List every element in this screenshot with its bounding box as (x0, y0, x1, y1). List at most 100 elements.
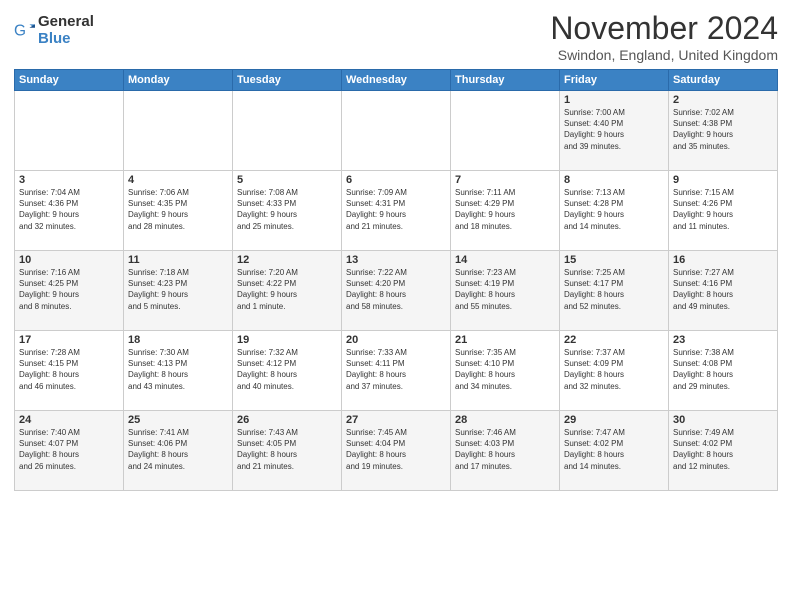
day-info: Sunrise: 7:06 AM Sunset: 4:35 PM Dayligh… (128, 187, 228, 232)
day-cell: 28Sunrise: 7:46 AM Sunset: 4:03 PM Dayli… (451, 411, 560, 491)
day-number: 8 (564, 174, 664, 186)
day-cell: 27Sunrise: 7:45 AM Sunset: 4:04 PM Dayli… (342, 411, 451, 491)
day-cell: 26Sunrise: 7:43 AM Sunset: 4:05 PM Dayli… (233, 411, 342, 491)
day-number: 28 (455, 414, 555, 426)
day-number: 1 (564, 94, 664, 106)
day-info: Sunrise: 7:15 AM Sunset: 4:26 PM Dayligh… (673, 187, 773, 232)
day-cell: 19Sunrise: 7:32 AM Sunset: 4:12 PM Dayli… (233, 331, 342, 411)
day-cell: 9Sunrise: 7:15 AM Sunset: 4:26 PM Daylig… (669, 171, 778, 251)
day-info: Sunrise: 7:43 AM Sunset: 4:05 PM Dayligh… (237, 427, 337, 472)
day-info: Sunrise: 7:27 AM Sunset: 4:16 PM Dayligh… (673, 267, 773, 312)
day-info: Sunrise: 7:09 AM Sunset: 4:31 PM Dayligh… (346, 187, 446, 232)
day-cell (451, 91, 560, 171)
day-number: 23 (673, 334, 773, 346)
day-number: 21 (455, 334, 555, 346)
day-info: Sunrise: 7:28 AM Sunset: 4:15 PM Dayligh… (19, 347, 119, 392)
day-cell: 16Sunrise: 7:27 AM Sunset: 4:16 PM Dayli… (669, 251, 778, 331)
calendar-header: Sunday Monday Tuesday Wednesday Thursday… (15, 70, 778, 91)
day-number: 6 (346, 174, 446, 186)
day-info: Sunrise: 7:37 AM Sunset: 4:09 PM Dayligh… (564, 347, 664, 392)
day-cell: 23Sunrise: 7:38 AM Sunset: 4:08 PM Dayli… (669, 331, 778, 411)
day-number: 15 (564, 254, 664, 266)
day-cell: 18Sunrise: 7:30 AM Sunset: 4:13 PM Dayli… (124, 331, 233, 411)
day-number: 13 (346, 254, 446, 266)
col-saturday: Saturday (669, 70, 778, 91)
day-info: Sunrise: 7:49 AM Sunset: 4:02 PM Dayligh… (673, 427, 773, 472)
day-number: 19 (237, 334, 337, 346)
day-cell: 24Sunrise: 7:40 AM Sunset: 4:07 PM Dayli… (15, 411, 124, 491)
day-number: 10 (19, 254, 119, 266)
day-info: Sunrise: 7:18 AM Sunset: 4:23 PM Dayligh… (128, 267, 228, 312)
day-number: 24 (19, 414, 119, 426)
day-info: Sunrise: 7:35 AM Sunset: 4:10 PM Dayligh… (455, 347, 555, 392)
day-info: Sunrise: 7:00 AM Sunset: 4:40 PM Dayligh… (564, 107, 664, 152)
day-number: 12 (237, 254, 337, 266)
day-cell: 21Sunrise: 7:35 AM Sunset: 4:10 PM Dayli… (451, 331, 560, 411)
logo-general: General (38, 14, 94, 31)
day-cell: 20Sunrise: 7:33 AM Sunset: 4:11 PM Dayli… (342, 331, 451, 411)
day-cell (15, 91, 124, 171)
col-friday: Friday (560, 70, 669, 91)
day-info: Sunrise: 7:45 AM Sunset: 4:04 PM Dayligh… (346, 427, 446, 472)
day-cell: 4Sunrise: 7:06 AM Sunset: 4:35 PM Daylig… (124, 171, 233, 251)
day-cell: 17Sunrise: 7:28 AM Sunset: 4:15 PM Dayli… (15, 331, 124, 411)
day-number: 9 (673, 174, 773, 186)
day-number: 29 (564, 414, 664, 426)
day-info: Sunrise: 7:11 AM Sunset: 4:29 PM Dayligh… (455, 187, 555, 232)
week-row-0: 1Sunrise: 7:00 AM Sunset: 4:40 PM Daylig… (15, 91, 778, 171)
day-cell: 29Sunrise: 7:47 AM Sunset: 4:02 PM Dayli… (560, 411, 669, 491)
day-number: 20 (346, 334, 446, 346)
day-info: Sunrise: 7:38 AM Sunset: 4:08 PM Dayligh… (673, 347, 773, 392)
day-number: 5 (237, 174, 337, 186)
day-info: Sunrise: 7:02 AM Sunset: 4:38 PM Dayligh… (673, 107, 773, 152)
location: Swindon, England, United Kingdom (550, 47, 778, 63)
day-number: 14 (455, 254, 555, 266)
day-cell (342, 91, 451, 171)
day-number: 4 (128, 174, 228, 186)
day-info: Sunrise: 7:13 AM Sunset: 4:28 PM Dayligh… (564, 187, 664, 232)
day-info: Sunrise: 7:41 AM Sunset: 4:06 PM Dayligh… (128, 427, 228, 472)
week-row-4: 24Sunrise: 7:40 AM Sunset: 4:07 PM Dayli… (15, 411, 778, 491)
week-row-3: 17Sunrise: 7:28 AM Sunset: 4:15 PM Dayli… (15, 331, 778, 411)
col-sunday: Sunday (15, 70, 124, 91)
day-number: 7 (455, 174, 555, 186)
day-number: 18 (128, 334, 228, 346)
day-cell: 3Sunrise: 7:04 AM Sunset: 4:36 PM Daylig… (15, 171, 124, 251)
col-tuesday: Tuesday (233, 70, 342, 91)
day-info: Sunrise: 7:20 AM Sunset: 4:22 PM Dayligh… (237, 267, 337, 312)
day-cell: 7Sunrise: 7:11 AM Sunset: 4:29 PM Daylig… (451, 171, 560, 251)
day-info: Sunrise: 7:16 AM Sunset: 4:25 PM Dayligh… (19, 267, 119, 312)
day-number: 16 (673, 254, 773, 266)
calendar-table: Sunday Monday Tuesday Wednesday Thursday… (14, 69, 778, 491)
title-block: November 2024 Swindon, England, United K… (550, 10, 778, 63)
day-info: Sunrise: 7:33 AM Sunset: 4:11 PM Dayligh… (346, 347, 446, 392)
day-cell: 22Sunrise: 7:37 AM Sunset: 4:09 PM Dayli… (560, 331, 669, 411)
logo-text: General Blue (38, 14, 94, 47)
day-cell: 25Sunrise: 7:41 AM Sunset: 4:06 PM Dayli… (124, 411, 233, 491)
day-cell: 1Sunrise: 7:00 AM Sunset: 4:40 PM Daylig… (560, 91, 669, 171)
day-number: 2 (673, 94, 773, 106)
day-cell: 11Sunrise: 7:18 AM Sunset: 4:23 PM Dayli… (124, 251, 233, 331)
week-row-1: 3Sunrise: 7:04 AM Sunset: 4:36 PM Daylig… (15, 171, 778, 251)
day-info: Sunrise: 7:23 AM Sunset: 4:19 PM Dayligh… (455, 267, 555, 312)
col-thursday: Thursday (451, 70, 560, 91)
day-cell: 6Sunrise: 7:09 AM Sunset: 4:31 PM Daylig… (342, 171, 451, 251)
day-cell: 8Sunrise: 7:13 AM Sunset: 4:28 PM Daylig… (560, 171, 669, 251)
day-cell: 12Sunrise: 7:20 AM Sunset: 4:22 PM Dayli… (233, 251, 342, 331)
day-cell: 2Sunrise: 7:02 AM Sunset: 4:38 PM Daylig… (669, 91, 778, 171)
col-monday: Monday (124, 70, 233, 91)
day-number: 27 (346, 414, 446, 426)
logo: G General Blue (14, 14, 94, 47)
day-info: Sunrise: 7:47 AM Sunset: 4:02 PM Dayligh… (564, 427, 664, 472)
day-info: Sunrise: 7:46 AM Sunset: 4:03 PM Dayligh… (455, 427, 555, 472)
day-info: Sunrise: 7:04 AM Sunset: 4:36 PM Dayligh… (19, 187, 119, 232)
header: G General Blue November 2024 Swindon, En… (14, 10, 778, 63)
day-cell: 10Sunrise: 7:16 AM Sunset: 4:25 PM Dayli… (15, 251, 124, 331)
day-number: 3 (19, 174, 119, 186)
day-info: Sunrise: 7:40 AM Sunset: 4:07 PM Dayligh… (19, 427, 119, 472)
day-cell: 13Sunrise: 7:22 AM Sunset: 4:20 PM Dayli… (342, 251, 451, 331)
svg-text:G: G (14, 22, 26, 39)
day-cell: 5Sunrise: 7:08 AM Sunset: 4:33 PM Daylig… (233, 171, 342, 251)
page: G General Blue November 2024 Swindon, En… (0, 0, 792, 612)
logo-blue: Blue (38, 31, 94, 48)
